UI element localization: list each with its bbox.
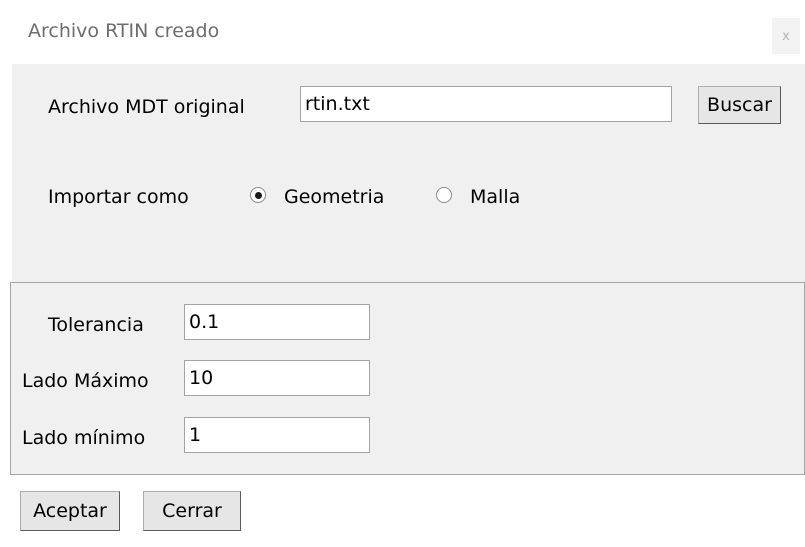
close-icon: x bbox=[782, 28, 790, 44]
window-title: Archivo RTIN creado bbox=[28, 20, 220, 42]
min-side-label: Lado mínimo bbox=[22, 427, 146, 449]
radio-selected-dot bbox=[254, 191, 262, 199]
radio-malla[interactable] bbox=[436, 187, 452, 203]
browse-button[interactable]: Buscar bbox=[698, 86, 781, 124]
close-button[interactable]: x bbox=[772, 18, 800, 54]
radio-malla-label: Malla bbox=[470, 186, 521, 208]
import-as-label: Importar como bbox=[48, 186, 189, 208]
max-side-input[interactable] bbox=[184, 360, 370, 396]
radio-geometria[interactable] bbox=[250, 187, 266, 203]
radio-geometria-label: Geometria bbox=[284, 186, 385, 208]
max-side-label: Lado Máximo bbox=[22, 370, 149, 392]
button-bar bbox=[0, 475, 805, 547]
accept-button[interactable]: Aceptar bbox=[20, 491, 120, 531]
tolerance-label: Tolerancia bbox=[48, 314, 144, 336]
file-path-input[interactable] bbox=[300, 86, 672, 122]
min-side-input[interactable] bbox=[184, 417, 370, 453]
cancel-button[interactable]: Cerrar bbox=[143, 491, 241, 531]
tolerance-input[interactable] bbox=[184, 304, 370, 340]
file-label: Archivo MDT original bbox=[48, 96, 245, 118]
